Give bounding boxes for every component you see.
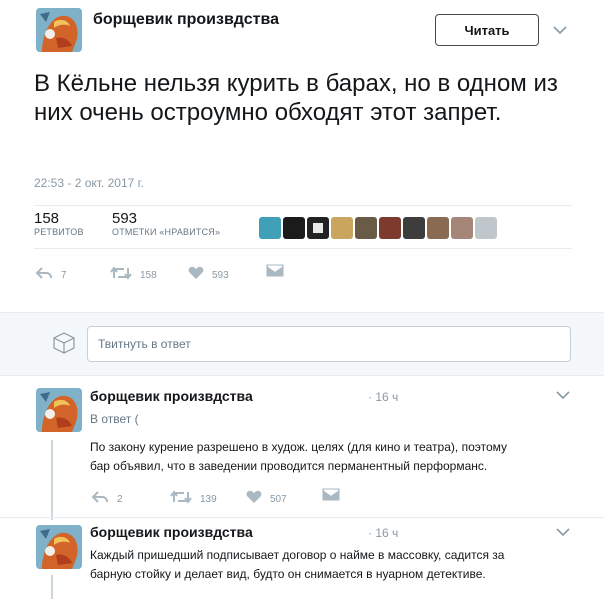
reply-icon: [35, 266, 52, 279]
liker-avatar[interactable]: [259, 217, 281, 239]
retweets-count: 158: [34, 210, 60, 227]
like-count: 593: [212, 270, 229, 281]
reply-time[interactable]: · 16 ч: [368, 526, 398, 540]
heart-icon: [188, 266, 204, 279]
reply-action[interactable]: 2: [91, 488, 123, 505]
likes-label: ОТМЕТКИ «НРАВИТСЯ»: [112, 227, 221, 237]
retweet-count: 139: [200, 494, 217, 505]
liker-avatar[interactable]: [475, 217, 497, 239]
like-count: 507: [270, 494, 287, 505]
compose-icon: [53, 332, 75, 354]
retweet-action[interactable]: 158: [110, 264, 157, 281]
envelope-icon: [322, 488, 340, 501]
reply-to-label[interactable]: В ответ (: [90, 412, 139, 426]
liker-avatar[interactable]: [379, 217, 401, 239]
chevron-down-icon[interactable]: [556, 527, 570, 537]
reply-author-name[interactable]: борщевик произвдства: [90, 524, 253, 540]
reply-input[interactable]: Твитнуть в ответ: [87, 326, 571, 362]
reply-time[interactable]: · 16 ч: [368, 390, 398, 404]
liker-avatar[interactable]: [403, 217, 425, 239]
liker-avatar[interactable]: [331, 217, 353, 239]
author-name[interactable]: борщевик произвдства: [93, 11, 279, 29]
liker-avatar[interactable]: [283, 217, 305, 239]
liker-avatar[interactable]: [451, 217, 473, 239]
likes-stat[interactable]: 593 ОТМЕТКИ «НРАВИТСЯ»: [112, 210, 220, 237]
heart-icon: [246, 490, 262, 503]
reply-text-line: бар объявил, что в заведении проводится …: [90, 459, 488, 473]
tweet-text: В Кёльне нельзя курить в барах, но в одн…: [34, 70, 558, 126]
retweet-count: 158: [140, 270, 157, 281]
reply-text: По закону курение разрешено в худож. цел…: [90, 438, 580, 476]
reply-author-name[interactable]: борщевик произвдства: [90, 388, 253, 404]
liker-avatar[interactable]: [427, 217, 449, 239]
avatar[interactable]: [36, 8, 82, 52]
thread-line: [51, 575, 53, 599]
chevron-down-icon[interactable]: [553, 25, 567, 35]
divider: [0, 517, 604, 518]
retweets-label: РЕТВИТОВ: [34, 227, 84, 237]
retweets-stat[interactable]: 158 РЕТВИТОВ: [34, 210, 84, 237]
reply-text-line: По закону курение разрешено в худож. цел…: [90, 440, 508, 454]
reply-count: 2: [117, 494, 123, 505]
reply-action[interactable]: 7: [35, 264, 67, 281]
follow-button[interactable]: Читать: [435, 14, 539, 46]
likes-count: 593: [112, 210, 138, 227]
retweet-action[interactable]: 139: [170, 488, 217, 505]
like-action[interactable]: 507: [246, 488, 287, 505]
retweet-icon: [170, 489, 192, 504]
retweet-icon: [110, 265, 132, 280]
divider: [34, 248, 572, 249]
thread-line: [51, 440, 53, 520]
avatar[interactable]: [36, 525, 82, 569]
avatar[interactable]: [36, 388, 82, 432]
envelope-icon: [266, 264, 284, 277]
liker-avatar[interactable]: [307, 217, 329, 239]
like-action[interactable]: 593: [188, 264, 229, 281]
reply-text-line: Каждый пришедший подписывает договор о н…: [90, 548, 505, 562]
liker-avatar[interactable]: [355, 217, 377, 239]
divider: [34, 205, 572, 206]
dm-action[interactable]: [266, 264, 284, 277]
reply-text: Каждый пришедший подписывает договор о н…: [90, 546, 580, 584]
reply-icon: [91, 490, 108, 503]
reply-text-line: барную стойку и делает вид, будто он сни…: [90, 567, 486, 581]
reply-count: 7: [61, 270, 67, 281]
dm-action[interactable]: [322, 488, 340, 501]
likers-avatars: [259, 217, 497, 239]
tweet-timestamp[interactable]: 22:53 - 2 окт. 2017 г.: [34, 176, 144, 190]
chevron-down-icon[interactable]: [556, 390, 570, 400]
